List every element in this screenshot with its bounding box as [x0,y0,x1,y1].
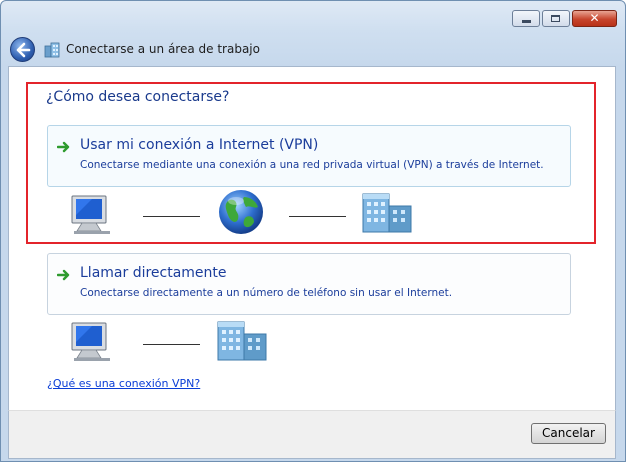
option-vpn-description: Conectarse mediante una conexión a una r… [80,159,544,171]
option-dial-direct-title: Llamar directamente [80,265,227,281]
option-dial-direct[interactable]: Llamar directamente Conectarse directame… [47,253,571,315]
footer-bar [8,410,616,459]
close-icon: ✕ [589,11,600,25]
workplace-building-icon [362,193,412,233]
minimize-button[interactable] [512,10,540,27]
option-vpn-title: Usar mi conexión a Internet (VPN) [80,137,319,153]
green-arrow-icon [57,141,70,153]
connection-line [289,216,346,217]
vpn-help-link[interactable]: ¿Qué es una conexión VPN? [47,377,200,390]
option-vpn[interactable]: Usar mi conexión a Internet (VPN) Conect… [47,125,571,187]
navigation-bar: Conectarse a un área de trabajo [10,36,617,62]
computer-icon [71,322,110,361]
caption-buttons: ✕ [512,10,617,27]
computer-icon [71,195,110,234]
connection-line [143,216,200,217]
workplace-building-icon [44,42,60,58]
page-question: ¿Cómo desea conectarse? [46,89,230,105]
back-arrow-icon [16,42,31,58]
internet-globe-icon [219,190,263,234]
workplace-building-icon [217,321,267,361]
window-title: Conectarse a un área de trabajo [66,42,260,56]
minimize-icon [522,20,531,23]
cancel-button[interactable]: Cancelar [531,423,606,444]
connection-line [143,344,200,345]
back-button[interactable] [10,37,35,62]
maximize-icon [551,15,560,22]
option-dial-direct-description: Conectarse directamente a un número de t… [80,287,453,299]
green-arrow-icon [57,269,70,281]
maximize-button[interactable] [542,10,570,27]
close-button[interactable]: ✕ [572,10,617,27]
